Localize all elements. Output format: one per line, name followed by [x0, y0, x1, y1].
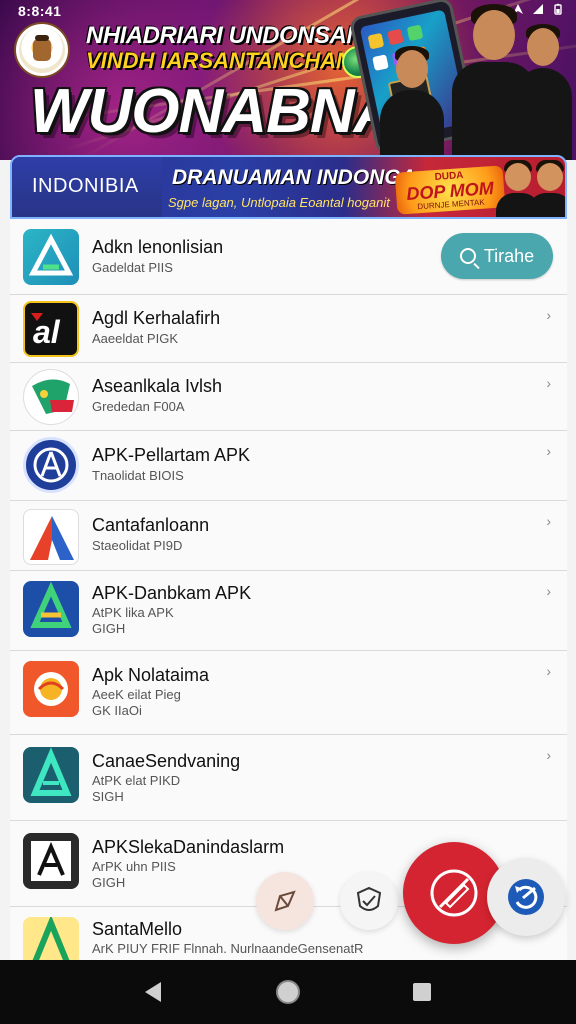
chevron-right-icon: › [546, 375, 551, 391]
blue-circle-a-icon [23, 437, 79, 493]
blue-green-a-icon [23, 581, 79, 637]
chevron-right-icon: › [546, 663, 551, 679]
list-item[interactable]: al Agdl Kerhalafirh Aaeeldat PIGK › [10, 295, 567, 363]
list-item[interactable]: Aseanlkala Ivlsh Grededan F00A › [10, 363, 567, 431]
chevron-right-icon: › [546, 307, 551, 323]
install-button[interactable]: Tirahe [441, 233, 553, 279]
chevron-right-icon: › [546, 747, 551, 763]
screen: 8:8:41 NHIADRIARI UNDONSAN VINDH IARSANT… [0, 0, 576, 1024]
search-icon [459, 248, 476, 264]
teal-a-icon [23, 747, 79, 803]
list-item[interactable]: APK-Pellartam APK Tnaolidat BIOIS › [10, 431, 567, 501]
shield-check-icon [356, 886, 382, 911]
app-title: Apk Nolataima [92, 665, 210, 685]
app-subtitle-2: GIGH [92, 621, 126, 636]
app-subtitle: Staeolidat PI9D [92, 538, 183, 553]
app-title: Agdl Kerhalafirh [92, 308, 221, 328]
app-subtitle-2: GIGH [92, 875, 126, 890]
refresh-icon [508, 879, 544, 915]
promo-burst: DUDA DOP MOM DURNJE MENTAK [394, 165, 506, 215]
no-edit-icon [430, 869, 478, 917]
app-subtitle: ArK PIUY FRIF Flnnah. NurlnaandeGensenat… [92, 941, 364, 956]
list-item[interactable]: APK-Danbkam APK AtPK lika APK GIGH › [10, 571, 567, 651]
orange-circle-icon [23, 661, 79, 717]
person-illustration [528, 159, 565, 217]
red-blue-a-icon [23, 509, 79, 565]
map-shield-icon [23, 369, 79, 425]
app-title: Adkn lenonlisian [92, 237, 224, 257]
app-subtitle: AtPK lika APK [92, 605, 174, 620]
green-a-icon [23, 917, 79, 960]
app-subtitle: ArPK uhn PIIS [92, 859, 176, 874]
hero-title: WUONABNA [30, 77, 398, 146]
app-list: Adkn lenonlisian Gadeldat PIIS Tirahe al… [10, 219, 567, 960]
app-title: Cantafanloann [92, 515, 210, 535]
red-a-logo-icon: al [23, 301, 79, 357]
list-item[interactable]: Apk Nolataima AeeK eilat Pieg GK IIaOi › [10, 651, 567, 735]
list-item[interactable]: CanaeSendvaning AtPK elat PIKD SIGH › [10, 735, 567, 821]
apk-triangle-teal-icon [23, 229, 79, 285]
app-title: APK-Danbkam APK [92, 583, 252, 603]
app-subtitle-2: SIGH [92, 789, 124, 804]
app-subtitle-2: GK IIaOi [92, 703, 142, 718]
refresh-button[interactable] [487, 858, 565, 936]
home-button[interactable] [272, 976, 304, 1008]
hero-banner: 8:8:41 NHIADRIARI UNDONSAN VINDH IARSANT… [0, 0, 576, 160]
wifi-icon [533, 4, 543, 14]
recents-button[interactable] [406, 976, 438, 1008]
back-icon [145, 982, 161, 1002]
share-icon [274, 890, 296, 912]
app-title: SantaMello [92, 919, 183, 939]
app-subtitle: Gadeldat PIIS [92, 260, 173, 275]
status-time: 8:8:41 [18, 3, 62, 19]
chevron-right-icon: › [546, 443, 551, 459]
hero-tagline-2: VINDH IARSANTANCHAN [86, 48, 353, 73]
chevron-right-icon: › [546, 513, 551, 529]
recents-icon [413, 983, 431, 1001]
share-button[interactable] [256, 872, 314, 930]
app-subtitle: AeeK eilat Pieg [92, 687, 181, 702]
person-illustration [380, 46, 444, 156]
hero-tagline-1: NHIADRIARI UNDONSAN [86, 22, 364, 49]
chevron-right-icon: › [546, 583, 551, 599]
app-subtitle: Tnaolidat BIOIS [92, 468, 184, 483]
app-title: APKSlekaDanindaslarm [92, 837, 285, 857]
home-icon [276, 980, 300, 1004]
app-title: Aseanlkala Ivlsh [92, 376, 223, 396]
banner-title: DRANUAMAN INDONGA [172, 166, 416, 189]
app-title: APK-Pellartam APK [92, 445, 251, 465]
promo-banner[interactable]: INDONIBIA DRANUAMAN INDONGA Sgpe lagan, … [10, 155, 567, 219]
banner-subtitle: Sgpe lagan, Untlopaia Eoantal hoganit [168, 195, 390, 210]
sketch-a-icon [23, 833, 79, 889]
brand-logo [16, 24, 68, 76]
install-label: Tirahe [483, 245, 535, 266]
app-subtitle: Grededan F00A [92, 399, 185, 414]
app-subtitle: AtPK elat PIKD [92, 773, 181, 788]
banner-country-label: INDONIBIA [32, 175, 139, 197]
list-item[interactable]: Adkn lenonlisian Gadeldat PIIS Tirahe [10, 219, 567, 295]
app-subtitle: Aaeeldat PIGK [92, 331, 178, 346]
back-button[interactable] [136, 976, 168, 1008]
shield-button[interactable] [340, 872, 398, 930]
system-nav-bar [0, 960, 576, 1024]
battery-icon [554, 3, 562, 15]
person-illustration [514, 24, 572, 160]
app-title: CanaeSendvaning [92, 751, 241, 771]
list-item[interactable]: Cantafanloann Staeolidat PI9D › [10, 501, 567, 571]
